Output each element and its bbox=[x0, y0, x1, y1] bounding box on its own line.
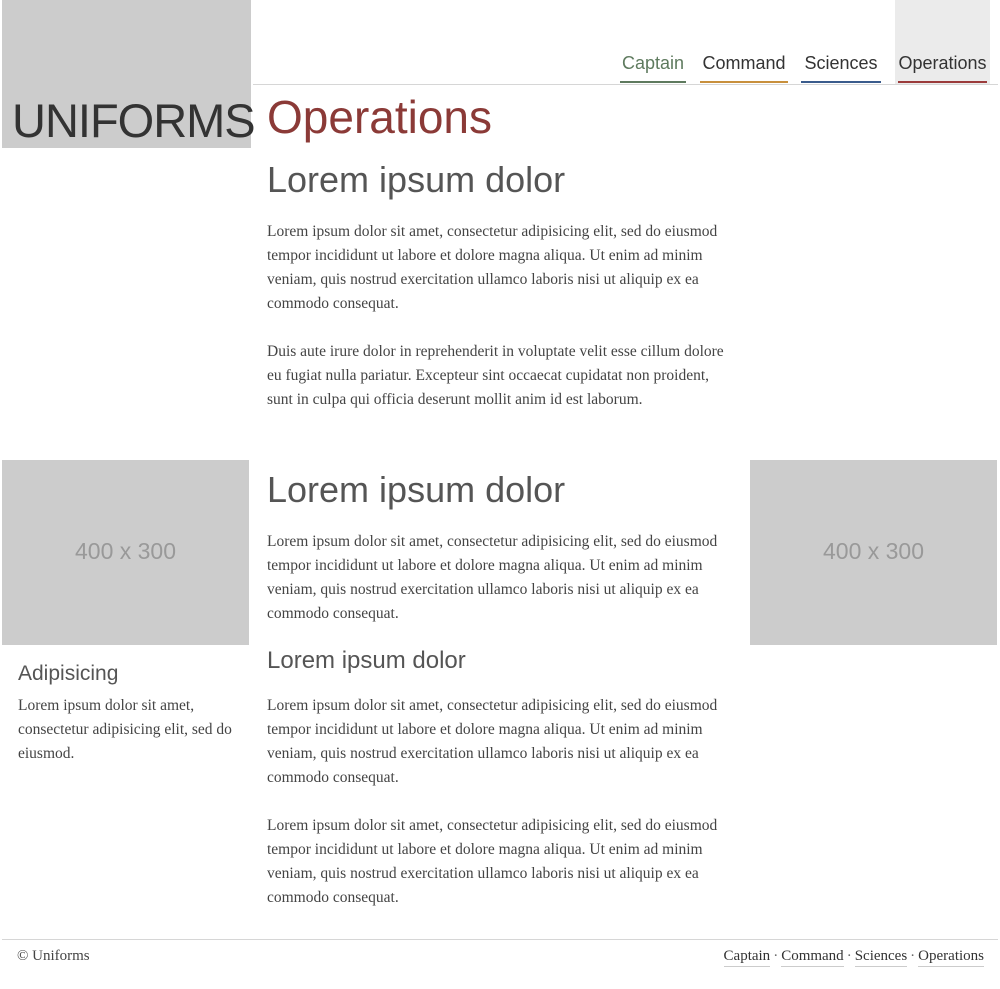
nav-item-command[interactable]: Command bbox=[697, 0, 791, 85]
nav-item-label: Operations bbox=[898, 53, 987, 73]
nav-underline bbox=[700, 81, 788, 83]
image-placeholder-label: 400 x 300 bbox=[822, 538, 925, 564]
body-paragraph: Lorem ipsum dolor sit amet, consectetur … bbox=[267, 696, 718, 786]
body-paragraph: Lorem ipsum dolor sit amet, consectetur … bbox=[267, 816, 718, 906]
footer-separator: · bbox=[773, 948, 779, 964]
nav-item-operations[interactable]: Operations bbox=[895, 0, 990, 85]
section-detail: Lorem ipsum dolor Lorem ipsum dolor sit … bbox=[267, 470, 737, 910]
image-placeholder-left: 400 x 300 bbox=[2, 460, 249, 645]
section-subheading: Lorem ipsum dolor bbox=[267, 646, 466, 674]
nav-divider bbox=[253, 84, 998, 85]
nav-item-label: Sciences bbox=[804, 53, 878, 73]
body-paragraph: Duis aute irure dolor in reprehenderit i… bbox=[267, 342, 724, 408]
footer-link-captain[interactable]: Captain bbox=[723, 948, 771, 967]
footer-link-command[interactable]: Command bbox=[781, 948, 844, 967]
section-intro: Lorem ipsum dolor Lorem ipsum dolor sit … bbox=[267, 160, 737, 412]
sidebar-card: Adipisicing Lorem ipsum dolor sit amet, … bbox=[18, 662, 238, 766]
main-nav: Captain Command Sciences Operations bbox=[615, 0, 990, 85]
footer-link-operations[interactable]: Operations bbox=[918, 948, 984, 967]
logo-text: UNIFORMS bbox=[12, 94, 256, 147]
sidebar-card-heading: Adipisicing bbox=[18, 662, 119, 685]
nav-underline bbox=[801, 81, 881, 83]
nav-item-captain[interactable]: Captain bbox=[617, 0, 689, 85]
section-heading: Lorem ipsum dolor bbox=[267, 159, 566, 200]
footer-separator: · bbox=[910, 948, 916, 964]
footer-divider bbox=[2, 939, 998, 940]
logo[interactable]: UNIFORMS bbox=[2, 0, 256, 148]
body-paragraph: Lorem ipsum dolor sit amet, consectetur … bbox=[267, 222, 718, 312]
nav-item-label: Command bbox=[702, 53, 786, 73]
footer-link-sciences[interactable]: Sciences bbox=[854, 948, 908, 967]
image-placeholder-right: 400 x 300 bbox=[750, 460, 997, 645]
nav-underline bbox=[898, 81, 987, 83]
page-title: Operations bbox=[267, 91, 493, 143]
footer-nav: Captain · Command · Sciences · Operations bbox=[723, 948, 984, 967]
sidebar-card-text: Lorem ipsum dolor sit amet, consectetur … bbox=[18, 697, 232, 762]
nav-item-sciences[interactable]: Sciences bbox=[798, 0, 884, 85]
body-paragraph: Lorem ipsum dolor sit amet, consectetur … bbox=[267, 532, 718, 622]
footer-copyright: © Uniforms bbox=[17, 948, 90, 964]
image-placeholder-label: 400 x 300 bbox=[74, 538, 177, 564]
nav-item-label: Captain bbox=[621, 53, 685, 73]
footer-separator: · bbox=[846, 948, 852, 964]
nav-underline bbox=[620, 81, 686, 83]
section-heading: Lorem ipsum dolor bbox=[267, 469, 566, 510]
